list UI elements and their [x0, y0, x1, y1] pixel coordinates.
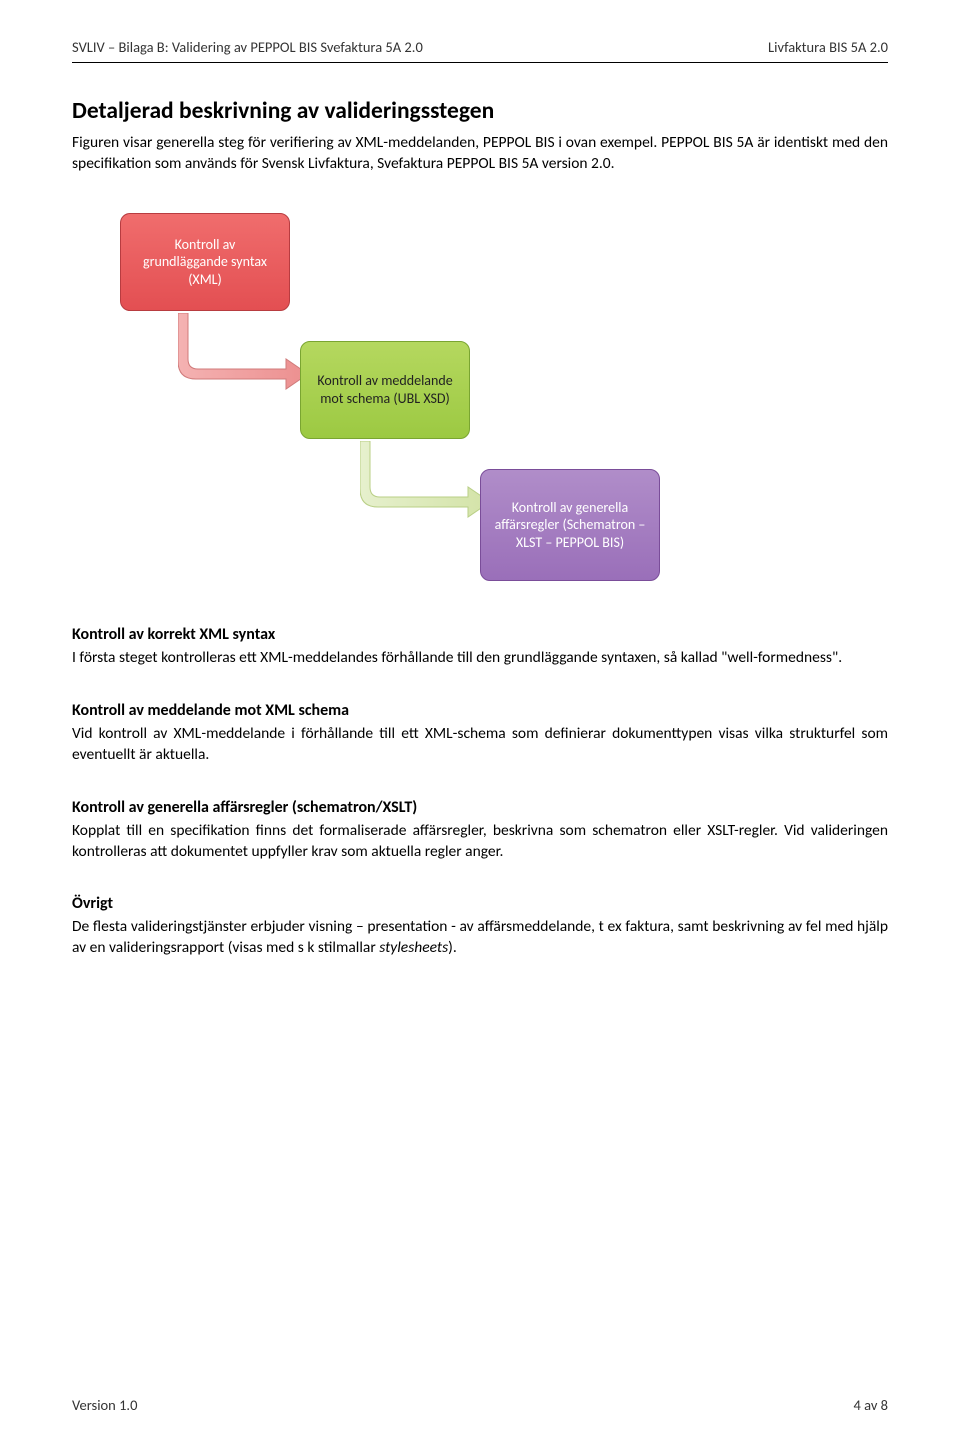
connector-arrow-icon	[178, 313, 318, 393]
header-right: Livfaktura BIS 5A 2.0	[768, 38, 888, 56]
subheading-other: Övrigt	[72, 894, 888, 913]
paragraph-other-part-a: De flesta valideringstjänster erbjuder v…	[72, 917, 888, 957]
intro-paragraph: Figuren visar generella steg för verifie…	[72, 133, 888, 175]
paragraph-other-part-b: ).	[448, 938, 457, 957]
diagram-box-xml-syntax: Kontroll av grundläggande syntax (XML)	[120, 213, 290, 311]
diagram-box-schematron: Kontroll av generella affärsregler (Sche…	[480, 469, 660, 581]
paragraph-xml-schema: Vid kontroll av XML-meddelande i förhåll…	[72, 724, 888, 766]
diagram-box-ubl-xsd: Kontroll av meddelande mot schema (UBL X…	[300, 341, 470, 439]
header-divider	[72, 62, 888, 63]
header-left: SVLIV – Bilaga B: Validering av PEPPOL B…	[72, 38, 423, 56]
paragraph-xml-syntax: I första steget kontrolleras ett XML-med…	[72, 648, 888, 669]
validation-steps-diagram: Kontroll av grundläggande syntax (XML) K…	[120, 213, 680, 593]
subheading-schematron: Kontroll av generella affärsregler (sche…	[72, 798, 888, 817]
diagram-box-label: Kontroll av generella affärsregler (Sche…	[491, 499, 649, 552]
subheading-xml-syntax: Kontroll av korrekt XML syntax	[72, 625, 888, 644]
diagram-box-label: Kontroll av meddelande mot schema (UBL X…	[311, 372, 459, 407]
footer-version: Version 1.0	[72, 1396, 137, 1414]
diagram-box-label: Kontroll av grundläggande syntax (XML)	[131, 236, 279, 289]
section-title: Detaljerad beskrivning av valideringsste…	[72, 97, 888, 125]
connector-arrow-icon	[360, 441, 500, 521]
paragraph-schematron: Kopplat till en specifikation finns det …	[72, 821, 888, 863]
page-header: SVLIV – Bilaga B: Validering av PEPPOL B…	[72, 38, 888, 56]
footer-page-number: 4 av 8	[853, 1396, 888, 1414]
paragraph-other-italic: stylesheets	[379, 938, 448, 957]
page-footer: Version 1.0 4 av 8	[72, 1396, 888, 1414]
subheading-xml-schema: Kontroll av meddelande mot XML schema	[72, 701, 888, 720]
paragraph-other: De flesta valideringstjänster erbjuder v…	[72, 917, 888, 959]
